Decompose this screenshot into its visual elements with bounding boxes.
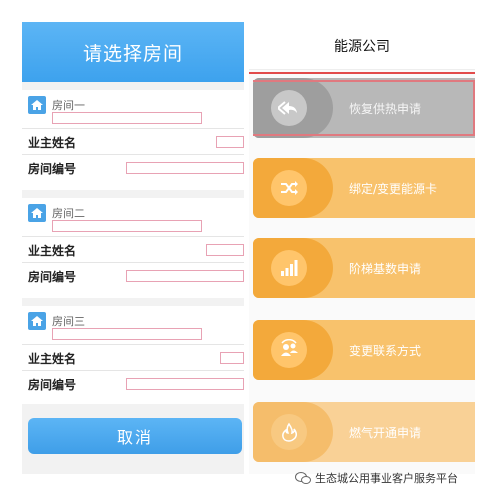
owner-name-input[interactable] (220, 352, 244, 364)
room-card-1: 房间一 业主姓名 房间编号 (22, 90, 244, 190)
home-icon (28, 204, 46, 222)
divider (22, 236, 244, 237)
shuffle-icon (271, 170, 307, 206)
home-icon (28, 96, 46, 114)
cancel-button[interactable]: 取消 (28, 418, 242, 454)
owner-name-label: 业主姓名 (28, 244, 77, 258)
header-divider (249, 72, 475, 74)
room-title: 房间一 (52, 99, 85, 112)
room-input[interactable] (52, 220, 202, 232)
energy-company-screen: 能源公司 恢复供热申请 绑定/变更能源卡 阶梯基数申请 变更联系方式 燃气开通申… (249, 22, 475, 474)
menu-item-label: 阶梯基数申请 (349, 262, 422, 276)
home-icon (28, 312, 46, 330)
room-input[interactable] (52, 112, 202, 124)
menu-item-tier-base-application[interactable]: 阶梯基数申请 (253, 238, 475, 298)
menu-item-label: 燃气开通申请 (349, 426, 422, 440)
menu-item-label: 绑定/变更能源卡 (349, 182, 438, 196)
room-number-label: 房间编号 (28, 162, 77, 176)
owner-name-label: 业主姓名 (28, 352, 77, 366)
room-card-3: 房间三 业主姓名 房间编号 (22, 306, 244, 406)
back-arrows-icon (271, 90, 307, 126)
contacts-icon (271, 332, 307, 368)
page-title: 请选择房间 (22, 22, 244, 82)
divider (22, 128, 244, 129)
room-number-label: 房间编号 (28, 270, 77, 284)
footer-bar: 取消 (22, 404, 244, 474)
room-number-input[interactable] (126, 378, 244, 390)
menu-item-label: 恢复供热申请 (349, 102, 422, 116)
room-select-screen: 请选择房间 房间一 业主姓名 房间编号 房间二 业主姓名 房间编号 房间三 业主… (22, 22, 244, 474)
divider (22, 154, 244, 155)
menu-item-label: 变更联系方式 (349, 344, 422, 358)
room-number-label: 房间编号 (28, 378, 77, 392)
divider (22, 344, 244, 345)
owner-name-label: 业主姓名 (28, 136, 77, 150)
page-title: 能源公司 (249, 22, 475, 70)
menu-item-gas-activation[interactable]: 燃气开通申请 (253, 402, 475, 462)
room-title: 房间三 (52, 315, 85, 328)
room-number-input[interactable] (126, 270, 244, 282)
owner-name-input[interactable] (216, 136, 244, 148)
menu-item-change-contact[interactable]: 变更联系方式 (253, 320, 475, 380)
watermark: 生态城公用事业客户服务平台 (295, 470, 458, 486)
watermark-text: 生态城公用事业客户服务平台 (315, 472, 458, 485)
room-title: 房间二 (52, 207, 85, 220)
divider (22, 262, 244, 263)
room-card-2: 房间二 业主姓名 房间编号 (22, 198, 244, 298)
room-number-input[interactable] (126, 162, 244, 174)
menu-item-restore-heating[interactable]: 恢复供热申请 (253, 78, 475, 138)
flame-icon (271, 414, 307, 450)
wechat-icon (295, 472, 311, 484)
room-input[interactable] (52, 328, 202, 340)
owner-name-input[interactable] (206, 244, 244, 256)
divider (22, 370, 244, 371)
menu-item-bind-energy-card[interactable]: 绑定/变更能源卡 (253, 158, 475, 218)
bar-chart-icon (271, 250, 307, 286)
